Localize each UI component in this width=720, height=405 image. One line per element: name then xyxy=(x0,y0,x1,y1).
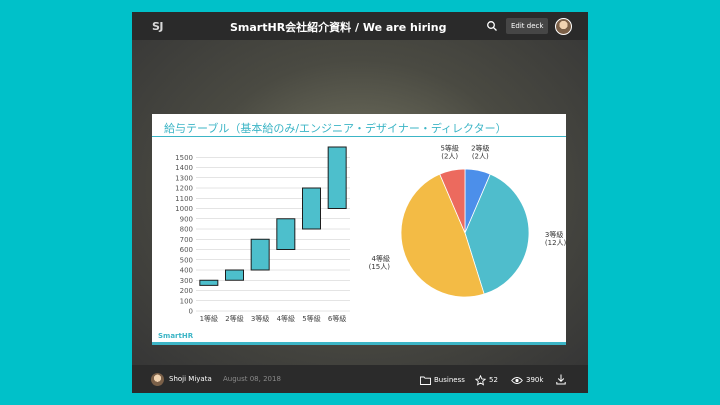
footer-bar: Shoji Miyata August 08, 2018 Business 52… xyxy=(132,365,588,393)
download-icon[interactable] xyxy=(556,374,566,385)
pie-label-name: 3等級 xyxy=(545,230,563,239)
y-tick-label: 400 xyxy=(180,267,193,275)
pie-label-count: (2人) xyxy=(472,153,489,161)
y-tick-label: 1100 xyxy=(175,195,193,203)
y-tick-label: 900 xyxy=(180,215,193,223)
y-tick-label: 1400 xyxy=(175,164,193,172)
publish-date: August 08, 2018 xyxy=(223,375,281,383)
view-count: 390k xyxy=(526,376,544,384)
author-name[interactable]: Shoji Miyata xyxy=(169,375,212,383)
y-tick-label: 1300 xyxy=(175,174,193,182)
range-bar xyxy=(199,279,219,286)
slide-stage: 給与テーブル（基本給のみ/エンジニア・デザイナー・ディレクター） 0 100 200… xyxy=(132,40,588,365)
y-tick-label: 800 xyxy=(180,226,193,234)
y-tick-label: 1000 xyxy=(175,205,193,213)
smarthr-logo: SmartHR xyxy=(158,332,194,340)
charts-canvas: 0 100 200 300 400 500 600 700 800 900 1000 1100 1200… xyxy=(175,144,566,323)
star-button[interactable]: 52 xyxy=(475,374,498,386)
range-bar xyxy=(225,269,244,281)
star-icon xyxy=(475,374,486,386)
deck-title: SmartHR会社紹介資料 / We are hiring xyxy=(230,21,447,34)
app-window: SJ SmartHR会社紹介資料 / We are hiring Edit de… xyxy=(132,12,588,393)
y-tick-label: 0 xyxy=(189,308,193,316)
user-avatar[interactable] xyxy=(555,18,572,35)
y-tick-label: 700 xyxy=(180,236,193,244)
category-link[interactable]: Business xyxy=(420,374,465,386)
range-bar xyxy=(327,146,347,209)
y-tick-label: 200 xyxy=(180,287,193,295)
x-tick-label: 1等級 xyxy=(200,314,218,323)
site-logo[interactable]: SJ xyxy=(152,20,164,33)
bottom-divider xyxy=(152,342,566,345)
slide: 給与テーブル（基本給のみ/エンジニア・デザイナー・ディレクター） 0 100 200… xyxy=(152,114,566,345)
pie-label-name: 4等級 xyxy=(372,254,390,263)
pie-label-count: (15人) xyxy=(369,263,391,271)
pie-label-name: 2等級 xyxy=(471,144,489,153)
headcount-pie-chart: 2等級(2人)3等級(12人)4等級(15人)5等級(2人) xyxy=(369,144,566,298)
folder-icon xyxy=(420,376,431,385)
range-bar xyxy=(250,238,270,271)
star-count: 52 xyxy=(489,376,498,384)
pie-label-count: (2人) xyxy=(441,153,458,161)
category-label: Business xyxy=(434,376,465,384)
range-bar xyxy=(276,218,296,250)
pie-label-name: 5等級 xyxy=(440,144,458,153)
search-icon[interactable] xyxy=(486,20,498,32)
x-tick-label: 4等級 xyxy=(277,314,295,323)
x-tick-label: 6等級 xyxy=(328,314,346,323)
salary-range-chart: 0 100 200 300 400 500 600 700 800 900 1000 1100 1200… xyxy=(175,146,350,323)
top-bar: SJ SmartHR会社紹介資料 / We are hiring Edit de… xyxy=(132,12,588,40)
x-tick-label: 2等級 xyxy=(225,314,243,323)
y-tick-label: 600 xyxy=(180,246,193,254)
range-bar xyxy=(302,187,321,230)
author-avatar[interactable] xyxy=(151,373,164,386)
y-tick-label: 300 xyxy=(180,277,193,285)
pie-label-count: (12人) xyxy=(545,239,566,247)
eye-icon xyxy=(511,376,523,384)
edit-deck-button[interactable]: Edit deck xyxy=(506,18,549,34)
y-tick-label: 100 xyxy=(180,297,193,305)
views-stat: 390k xyxy=(511,374,543,386)
x-tick-label: 5等級 xyxy=(302,314,320,323)
y-tick-label: 1200 xyxy=(175,185,193,193)
y-tick-label: 500 xyxy=(180,256,193,264)
x-tick-label: 3等級 xyxy=(251,314,269,323)
y-tick-label: 1500 xyxy=(175,154,193,162)
